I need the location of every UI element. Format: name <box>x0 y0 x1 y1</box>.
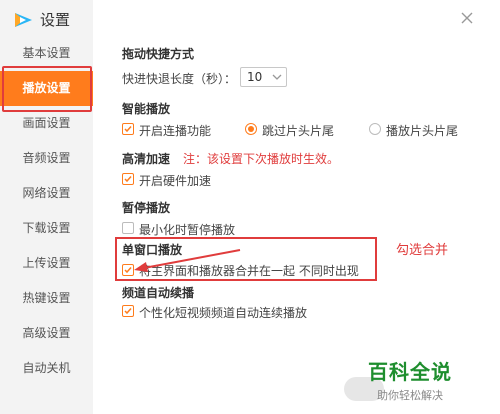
check-icon <box>124 308 132 315</box>
watermark-sub: 助你轻松解决 <box>377 389 443 402</box>
play-intro-label: 播放片头片尾 <box>386 124 459 138</box>
continuous-play-checkbox[interactable] <box>122 123 134 135</box>
app-logo-icon <box>15 12 32 27</box>
section-title-drag: 拖动快捷方式 <box>122 47 195 61</box>
channel-autoplay-label: 个性化短视频频道自动连续播放 <box>139 306 308 320</box>
sidebar-item-download[interactable]: 下载设置 <box>0 211 93 246</box>
sidebar-item-auto-shutdown[interactable]: 自动关机 <box>0 351 93 386</box>
sidebar-item-upload[interactable]: 上传设置 <box>0 246 93 281</box>
title-row: 设置 <box>12 9 70 30</box>
seek-length-value: 10 <box>247 70 263 84</box>
hd-note: 注：该设置下次播放时生效。 <box>183 152 340 166</box>
sidebar-item-hotkeys[interactable]: 热键设置 <box>0 281 93 316</box>
chevron-down-icon <box>272 74 282 80</box>
close-icon[interactable] <box>459 10 475 26</box>
play-intro-radio[interactable] <box>369 123 381 135</box>
seek-length-select[interactable]: 10 <box>240 67 287 87</box>
section-title-hd: 高清加速 <box>122 152 171 166</box>
section-title-smart-play: 智能播放 <box>122 102 171 116</box>
continuous-play-label: 开启连播功能 <box>139 124 212 138</box>
check-icon <box>124 126 132 133</box>
section-title-channel: 频道自动续播 <box>122 286 195 300</box>
skip-intro-radio[interactable] <box>245 123 257 135</box>
channel-autoplay-checkbox[interactable] <box>122 305 134 317</box>
minimize-pause-checkbox[interactable] <box>122 222 134 234</box>
annotation-callout: 勾选合并 <box>396 243 449 258</box>
sidebar-item-advanced[interactable]: 高级设置 <box>0 316 93 351</box>
skip-intro-label: 跳过片头片尾 <box>262 124 335 138</box>
hardware-accel-label: 开启硬件加速 <box>139 174 212 188</box>
annotation-outline-sidebar <box>2 66 92 112</box>
check-icon <box>124 176 132 183</box>
annotation-arrow-icon <box>134 249 241 272</box>
section-title-pause: 暂停播放 <box>122 201 171 215</box>
hardware-accel-checkbox[interactable] <box>122 173 134 185</box>
app-title: 设置 <box>40 11 71 29</box>
sidebar-item-network[interactable]: 网络设置 <box>0 176 93 211</box>
watermark: 百科全说 助你轻松解决 <box>368 356 452 403</box>
sidebar-item-audio[interactable]: 音频设置 <box>0 141 93 176</box>
watermark-main: 百科全说 <box>368 360 452 384</box>
minimize-pause-label: 最小化时暂停播放 <box>139 223 236 237</box>
seek-length-label: 快进快退长度（秒）： <box>122 72 237 86</box>
sidebar: 设置 基本设置 播放设置 画面设置 音频设置 网络设置 下载设置 上传设置 热键… <box>0 0 93 414</box>
